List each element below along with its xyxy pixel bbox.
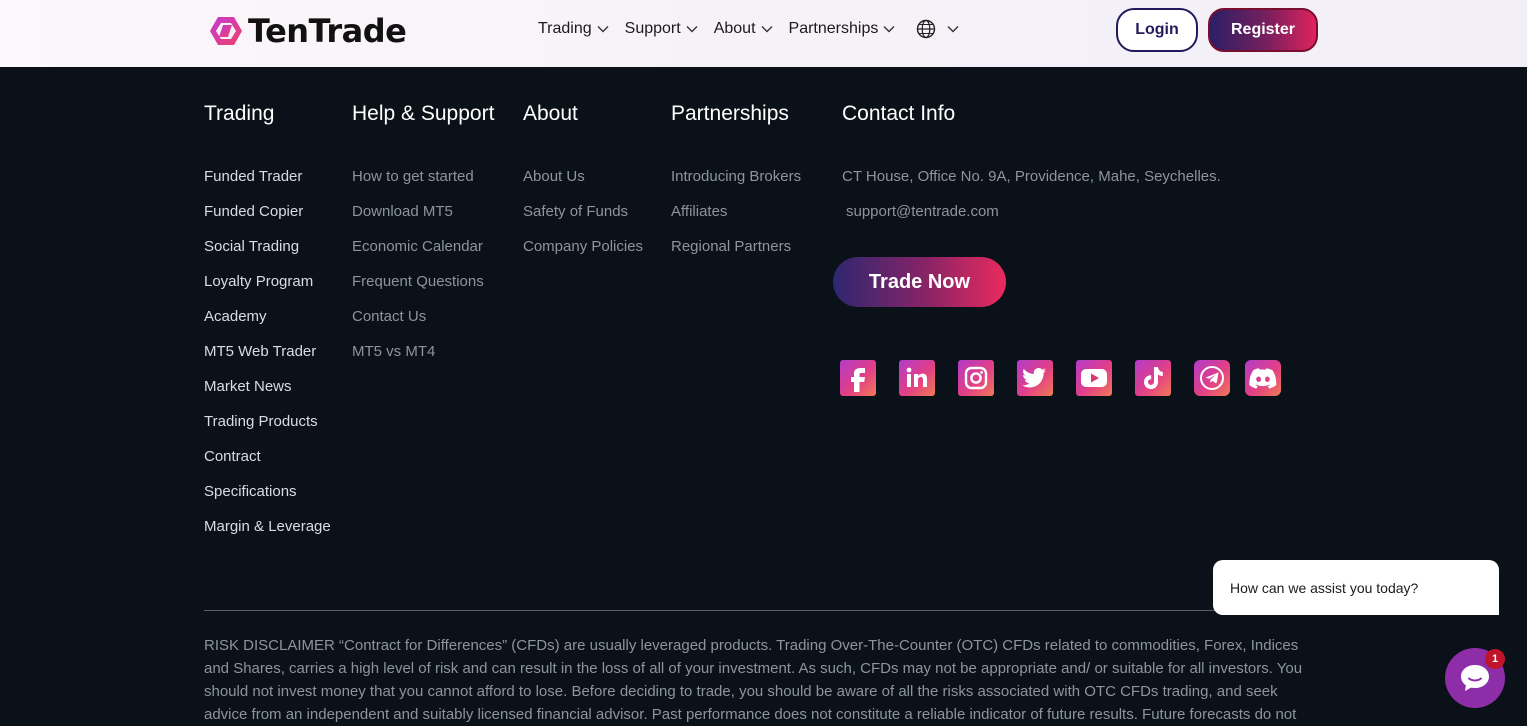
footer-link[interactable]: Frequent Questions xyxy=(352,271,484,306)
chat-unread-badge: 1 xyxy=(1485,649,1505,669)
chat-prompt-bubble[interactable]: How can we assist you today? xyxy=(1213,560,1499,615)
footer-col-help-links: How to get started Download MT5 Economic… xyxy=(352,166,484,376)
brand-name: TenTrade xyxy=(248,12,407,50)
chevron-down-icon xyxy=(686,26,698,33)
footer-col-about-title: About xyxy=(523,102,578,125)
nav-partnerships-label: Partnerships xyxy=(788,20,879,37)
footer-link[interactable]: Regional Partners xyxy=(671,236,801,271)
risk-disclaimer: RISK DISCLAIMER “Contract for Difference… xyxy=(204,637,1303,723)
footer-col-contact-title: Contact Info xyxy=(842,102,956,125)
footer-col-about-links: About Us Safety of Funds Company Policie… xyxy=(523,166,643,271)
main-nav: Trading Support About Partnerships xyxy=(538,19,975,39)
trade-now-button[interactable]: Trade Now xyxy=(833,257,1006,307)
tentrade-logo-icon xyxy=(210,17,242,45)
footer-link[interactable]: MT5 vs MT4 xyxy=(352,341,484,376)
chevron-down-icon xyxy=(761,26,773,33)
footer-col-partnerships-title: Partnerships xyxy=(671,102,789,125)
footer-link[interactable]: Margin & Leverage xyxy=(204,516,331,551)
contact-email[interactable]: support@tentrade.com xyxy=(846,203,999,220)
chevron-down-icon xyxy=(947,26,959,33)
twitter-icon[interactable] xyxy=(1017,360,1053,396)
footer-link[interactable]: Specifications xyxy=(204,481,331,516)
chat-icon xyxy=(1461,665,1489,691)
nav-partnerships[interactable]: Partnerships xyxy=(789,20,896,38)
globe-icon xyxy=(917,19,936,39)
footer-link[interactable]: Academy xyxy=(204,306,331,341)
tiktok-icon[interactable] xyxy=(1135,360,1171,396)
language-selector[interactable] xyxy=(911,19,959,39)
instagram-icon[interactable] xyxy=(958,360,994,396)
footer-link[interactable]: Contact Us xyxy=(352,306,484,341)
footer-col-partnerships-links: Introducing Brokers Affiliates Regional … xyxy=(671,166,801,271)
footer-link[interactable]: Funded Copier xyxy=(204,201,331,236)
footer-link[interactable]: Safety of Funds xyxy=(523,201,643,236)
facebook-icon[interactable] xyxy=(840,360,876,396)
footer-link[interactable]: Market News xyxy=(204,376,331,411)
login-button[interactable]: Login xyxy=(1116,8,1198,52)
nav-about[interactable]: About xyxy=(714,20,773,38)
footer-divider xyxy=(204,610,1320,611)
nav-trading-label: Trading xyxy=(538,20,592,37)
footer-link[interactable]: Social Trading xyxy=(204,236,331,271)
site-header: TenTrade Trading Support About Partnersh… xyxy=(0,0,1527,67)
chevron-down-icon xyxy=(883,26,895,33)
nav-support-label: Support xyxy=(624,20,681,37)
footer-col-trading-title: Trading xyxy=(204,102,275,125)
footer-link[interactable]: Introducing Brokers xyxy=(671,166,801,201)
nav-about-label: About xyxy=(713,20,756,37)
youtube-icon[interactable] xyxy=(1076,360,1112,396)
chevron-down-icon xyxy=(597,26,609,33)
footer-link[interactable]: Contract xyxy=(204,446,331,481)
nav-trading[interactable]: Trading xyxy=(538,20,609,38)
footer-col-trading-links: Funded Trader Funded Copier Social Tradi… xyxy=(204,166,331,551)
register-button[interactable]: Register xyxy=(1208,8,1318,52)
chat-prompt-text: How can we assist you today? xyxy=(1230,579,1419,596)
footer-link[interactable]: Loyalty Program xyxy=(204,271,331,306)
footer-link[interactable]: Funded Trader xyxy=(204,166,331,201)
discord-icon[interactable] xyxy=(1245,360,1281,396)
brand-logo[interactable]: TenTrade xyxy=(208,12,407,50)
footer-link[interactable]: Trading Products xyxy=(204,411,331,446)
footer-link[interactable]: MT5 Web Trader xyxy=(204,341,331,376)
footer-link[interactable]: Affiliates xyxy=(671,201,801,236)
footer-link[interactable]: Download MT5 xyxy=(352,201,484,236)
footer-col-help-title: Help & Support xyxy=(352,102,495,125)
contact-address: CT House, Office No. 9A, Providence, Mah… xyxy=(842,168,1221,185)
footer-link[interactable]: Company Policies xyxy=(523,236,643,271)
linkedin-icon[interactable] xyxy=(899,360,935,396)
telegram-icon[interactable] xyxy=(1194,360,1230,396)
footer-link[interactable]: About Us xyxy=(523,166,643,201)
footer-link[interactable]: How to get started xyxy=(352,166,484,201)
nav-support[interactable]: Support xyxy=(625,20,698,38)
footer-link[interactable]: Economic Calendar xyxy=(352,236,484,271)
